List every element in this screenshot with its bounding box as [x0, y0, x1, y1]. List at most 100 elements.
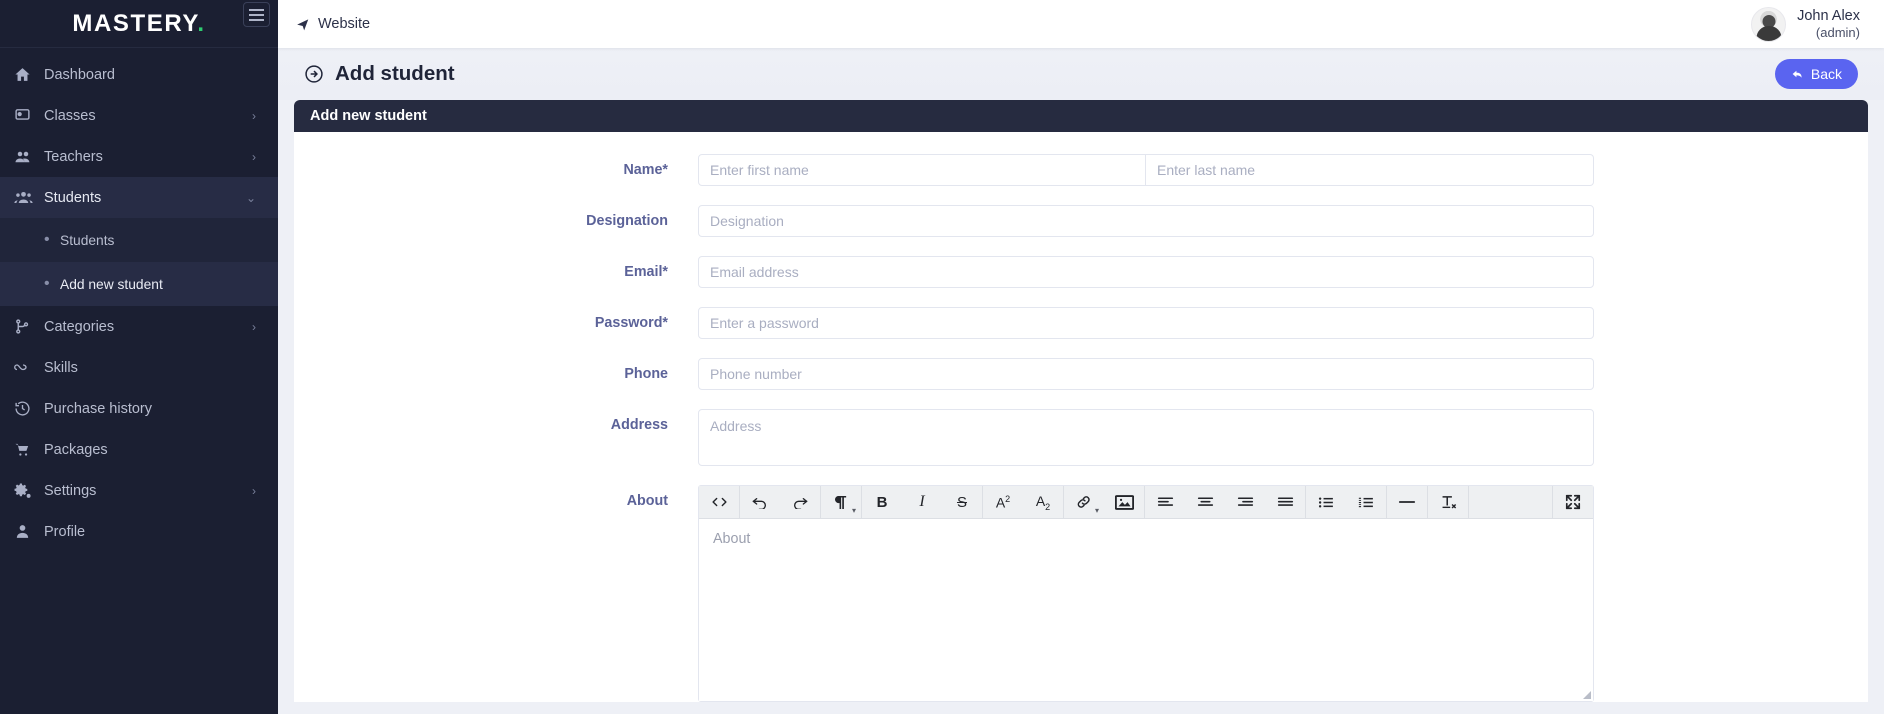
- redo-icon[interactable]: [780, 486, 820, 518]
- sidebar-item-settings[interactable]: Settings ›: [0, 470, 278, 511]
- sidebar-item-students[interactable]: Students ⌄: [0, 177, 278, 218]
- last-name-input[interactable]: [1146, 154, 1594, 186]
- user-icon: [14, 523, 44, 540]
- bold-icon[interactable]: B: [862, 486, 902, 518]
- form-row-name: Name*: [294, 154, 1868, 186]
- insert-image-icon[interactable]: [1104, 486, 1144, 518]
- sidebar-item-purchase-history[interactable]: Purchase history: [0, 388, 278, 429]
- user-menu[interactable]: John Alex (admin): [1751, 6, 1860, 42]
- sidebar-subitem-label: Add new student: [60, 276, 163, 292]
- sidebar-item-dashboard[interactable]: Dashboard: [0, 54, 278, 95]
- horizontal-rule-icon[interactable]: [1387, 486, 1427, 518]
- align-right-icon[interactable]: [1225, 486, 1265, 518]
- avatar: [1751, 6, 1787, 42]
- superscript-icon[interactable]: A2: [983, 486, 1023, 518]
- link-icon[interactable]: [1064, 486, 1104, 518]
- italic-icon[interactable]: I: [902, 486, 942, 518]
- remove-format-icon[interactable]: [1428, 486, 1468, 518]
- sidebar-item-label: Profile: [44, 523, 86, 540]
- sidebar-item-label: Packages: [44, 441, 108, 458]
- sidebar-item-skills[interactable]: Skills: [0, 347, 278, 388]
- toolbar-group-rule: [1387, 486, 1428, 518]
- paragraph-format-icon[interactable]: [821, 486, 861, 518]
- arrow-back-icon: [1791, 68, 1804, 81]
- website-link[interactable]: Website: [296, 16, 370, 32]
- chevron-right-icon: ›: [252, 319, 256, 334]
- toolbar-group-insert: [1064, 486, 1145, 518]
- editor-toolbar: B I S A2 A2: [699, 486, 1593, 519]
- password-label: Password*: [594, 315, 668, 331]
- sidebar-item-classes[interactable]: Classes ›: [0, 95, 278, 136]
- toolbar-group-align: [1145, 486, 1306, 518]
- chevron-down-icon: ⌄: [245, 190, 256, 205]
- address-textarea[interactable]: [698, 409, 1594, 466]
- source-code-icon[interactable]: [699, 486, 739, 518]
- form-row-designation: Designation: [294, 205, 1868, 237]
- password-input[interactable]: [698, 307, 1594, 339]
- toolbar-group-script: A2 A2: [983, 486, 1064, 518]
- categories-icon: [14, 318, 44, 335]
- email-label: Email*: [624, 264, 668, 280]
- brand-dot: .: [197, 9, 206, 37]
- designation-label: Designation: [586, 213, 668, 229]
- undo-icon[interactable]: [740, 486, 780, 518]
- user-role: (admin): [1815, 24, 1860, 40]
- align-left-icon[interactable]: [1145, 486, 1185, 518]
- sidebar-item-students-list[interactable]: • Students: [0, 218, 278, 262]
- first-name-input[interactable]: [698, 154, 1146, 186]
- sidebar-item-label: Teachers: [44, 148, 103, 165]
- sidebar-item-label: Skills: [44, 359, 78, 376]
- sidebar-item-label: Purchase history: [44, 400, 152, 417]
- form-row-phone: Phone: [294, 358, 1868, 390]
- cart-icon: [14, 441, 44, 458]
- subscript-icon[interactable]: A2: [1023, 486, 1063, 518]
- website-link-label: Website: [318, 16, 371, 32]
- topbar: Website John Alex (admin): [278, 0, 1884, 48]
- unordered-list-icon[interactable]: [1306, 486, 1346, 518]
- teachers-icon: [14, 148, 44, 166]
- sidebar-item-add-new-student[interactable]: • Add new student: [0, 262, 278, 306]
- fullscreen-icon[interactable]: [1553, 486, 1593, 518]
- brand-text: MASTERY: [72, 9, 198, 37]
- phone-input-wrap: [698, 358, 1594, 390]
- designation-input[interactable]: [698, 205, 1594, 237]
- align-justify-icon[interactable]: [1265, 486, 1305, 518]
- name-inputs: [698, 154, 1594, 186]
- sidebar-item-profile[interactable]: Profile: [0, 511, 278, 552]
- about-editor-body[interactable]: About: [699, 519, 1593, 701]
- back-button-label: Back: [1810, 66, 1842, 82]
- email-input[interactable]: [698, 256, 1594, 288]
- toolbar-group-clear: [1428, 486, 1469, 518]
- password-input-wrap: [698, 307, 1594, 339]
- email-input-wrap: [698, 256, 1594, 288]
- home-icon: [14, 66, 44, 83]
- hamburger-icon[interactable]: [243, 2, 270, 27]
- user-name: John Alex: [1797, 7, 1860, 24]
- form-row-about: About ▾ B I S A2 A2 ▾ About: [294, 485, 1868, 702]
- sidebar-item-label: Classes: [44, 107, 96, 124]
- strikethrough-icon[interactable]: S: [942, 486, 982, 518]
- sidebar-item-label: Settings: [44, 482, 97, 499]
- about-rich-text-editor: B I S A2 A2: [698, 485, 1594, 702]
- classes-icon: [14, 107, 44, 124]
- toolbar-group-lists: [1306, 486, 1387, 518]
- back-button[interactable]: Back: [1774, 59, 1858, 89]
- add-student-card: Add new student Name* Designation: [294, 100, 1868, 702]
- toolbar-group-paragraph: [821, 486, 862, 518]
- sidebar-item-packages[interactable]: Packages: [0, 429, 278, 470]
- card-body: Name* Designation Email*: [294, 132, 1868, 702]
- sidebar-item-label: Dashboard: [44, 66, 115, 83]
- phone-input[interactable]: [698, 358, 1594, 390]
- arrow-circle-right-icon: [304, 64, 324, 84]
- sidebar-item-label: Students: [44, 189, 102, 206]
- sidebar-brand-area: MASTERY.: [0, 0, 278, 48]
- skills-icon: [14, 359, 44, 377]
- ordered-list-icon[interactable]: [1346, 486, 1386, 518]
- sidebar-nav: Dashboard Classes › Teachers › Students …: [0, 48, 278, 552]
- sidebar-item-teachers[interactable]: Teachers ›: [0, 136, 278, 177]
- sidebar-item-categories[interactable]: Categories ›: [0, 306, 278, 347]
- user-info: John Alex (admin): [1797, 7, 1860, 41]
- align-center-icon[interactable]: [1185, 486, 1225, 518]
- brand-logo[interactable]: MASTERY.: [72, 10, 205, 38]
- designation-input-wrap: [698, 205, 1594, 237]
